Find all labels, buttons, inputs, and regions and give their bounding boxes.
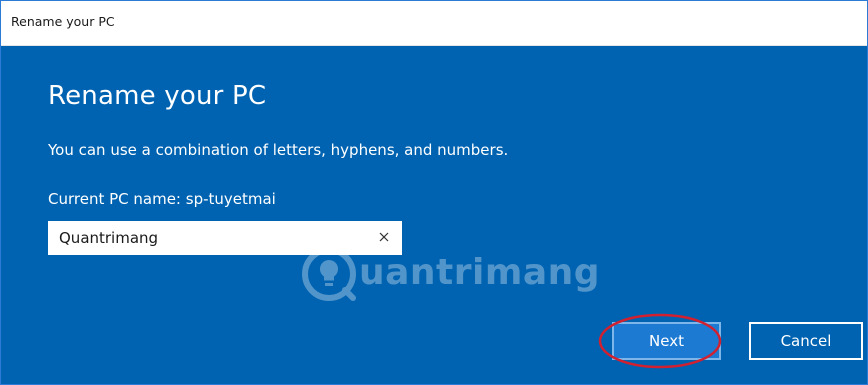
rename-pc-window: Rename your PC Rename your PC You can us… — [0, 0, 868, 385]
window-title: Rename your PC — [11, 14, 115, 29]
watermark-text: uantrimang — [359, 252, 601, 293]
next-button[interactable]: Next — [612, 322, 721, 360]
dialog-description: You can use a combination of letters, hy… — [48, 141, 509, 159]
next-button-label: Next — [649, 332, 684, 350]
dialog-heading: Rename your PC — [48, 81, 267, 111]
cancel-button[interactable]: Cancel — [749, 322, 863, 360]
pc-name-field — [48, 221, 402, 255]
close-icon[interactable] — [376, 229, 392, 245]
dialog-panel: Rename your PC You can use a combination… — [1, 46, 867, 384]
title-bar: Rename your PC — [1, 1, 867, 46]
current-pc-name-label: Current PC name: sp-tuyetmai — [48, 190, 276, 208]
cancel-button-label: Cancel — [780, 332, 832, 350]
pc-name-input[interactable] — [48, 221, 366, 255]
